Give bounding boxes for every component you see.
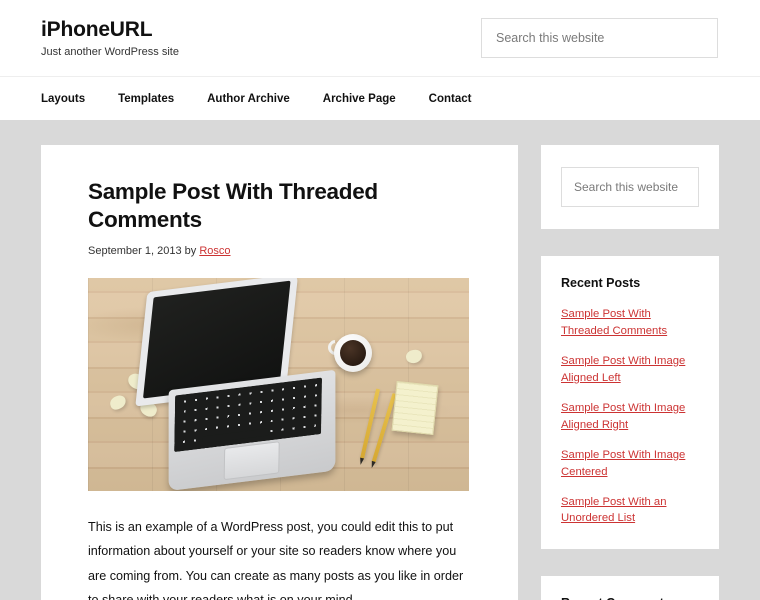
page-wrapper: Sample Post With Threaded Comments Septe… (0, 120, 760, 600)
recent-post-link[interactable]: Sample Post With Image Aligned Right (561, 400, 699, 434)
widget-recent-comments: Recent Comments (541, 576, 719, 600)
widget-search (541, 145, 719, 229)
entry-meta: September 1, 2013 by Rosco (88, 245, 471, 257)
primary-navigation: Layouts Templates Author Archive Archive… (0, 76, 760, 120)
nav-item-archive-page[interactable]: Archive Page (323, 93, 396, 105)
nav-item-layouts[interactable]: Layouts (41, 93, 85, 105)
widget-title-recent-posts: Recent Posts (561, 276, 641, 290)
recent-post-link[interactable]: Sample Post With Image Aligned Left (561, 353, 699, 387)
entry-date: September 1, 2013 (88, 245, 182, 258)
recent-post-link[interactable]: Sample Post With Image Centered (561, 447, 699, 481)
laptop-illustration (129, 278, 344, 492)
featured-image (88, 278, 469, 492)
list-item: Sample Post With Image Centered (561, 447, 699, 481)
sidebar: Recent Posts Sample Post With Threaded C… (541, 145, 719, 600)
recent-post-link[interactable]: Sample Post With an Unordered List (561, 494, 699, 528)
list-item: Sample Post With Image Aligned Left (561, 353, 699, 387)
site-branding[interactable]: iPhoneURL Just another WordPress site (0, 18, 179, 58)
site-header: iPhoneURL Just another WordPress site (0, 0, 760, 76)
entry-by-label: by (184, 245, 197, 258)
list-item: Sample Post With an Unordered List (561, 494, 699, 528)
header-search[interactable] (481, 18, 718, 58)
entry-paragraph: This is an example of a WordPress post, … (88, 520, 464, 600)
widget-recent-posts: Recent Posts Sample Post With Threaded C… (541, 256, 719, 550)
nav-item-templates[interactable]: Templates (118, 93, 174, 105)
notepad-icon (391, 381, 439, 436)
site-title: iPhoneURL (41, 17, 153, 41)
header-search-input[interactable] (481, 18, 718, 58)
sidebar-search-input[interactable] (561, 167, 699, 207)
entry-author-link[interactable]: Rosco (199, 245, 230, 257)
widget-title-recent-comments: Recent Comments (561, 596, 699, 600)
list-item: Sample Post With Image Aligned Right (561, 400, 699, 434)
article-card: Sample Post With Threaded Comments Septe… (41, 145, 518, 600)
main-content: Sample Post With Threaded Comments Septe… (41, 145, 518, 600)
nav-item-author-archive[interactable]: Author Archive (207, 93, 290, 105)
entry-content: This is an example of a WordPress post, … (88, 515, 471, 600)
site-tagline: Just another WordPress site (41, 46, 179, 59)
recent-post-link[interactable]: Sample Post With Threaded Comments (561, 306, 699, 340)
nav-item-contact[interactable]: Contact (429, 93, 472, 105)
recent-posts-list: Sample Post With Threaded Comments Sampl… (561, 306, 699, 527)
page-title: Sample Post With Threaded Comments (88, 179, 378, 233)
list-item: Sample Post With Threaded Comments (561, 306, 699, 340)
